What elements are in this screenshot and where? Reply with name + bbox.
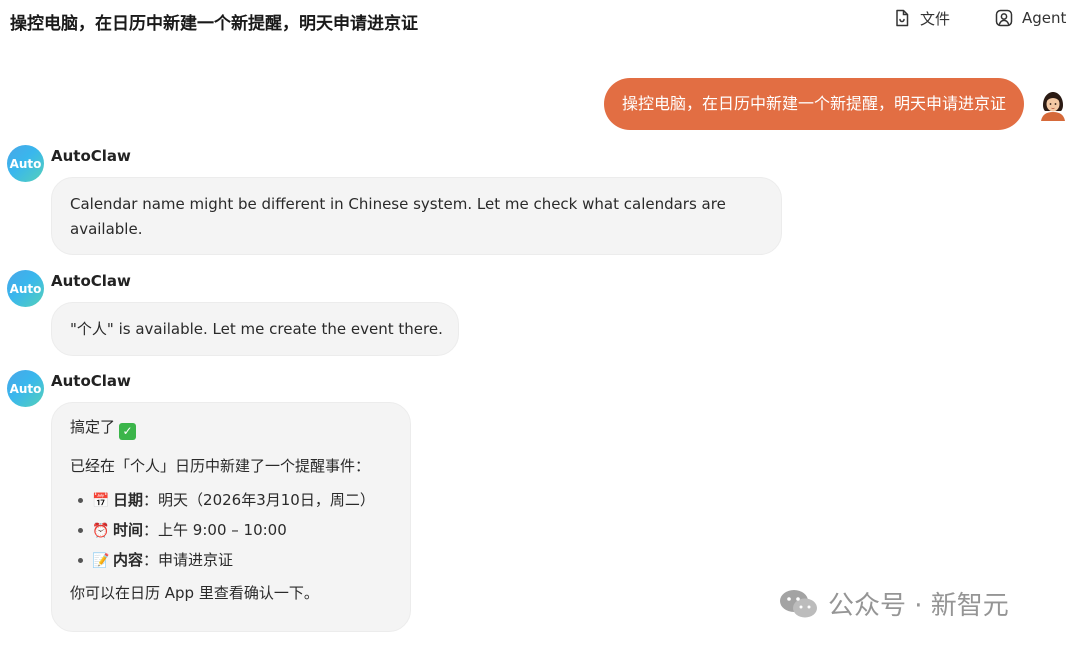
- item-separator: ：: [143, 491, 159, 509]
- assistant-name: AutoClaw: [51, 372, 131, 390]
- list-item: 📝 内容：申请进京证: [70, 545, 392, 575]
- assistant-message-bubble: "个人" is available. Let me create the eve…: [51, 302, 459, 356]
- item-label: 时间: [113, 521, 144, 539]
- event-details-list: 📅 日期：明天（2026年3月10日，周二） ⏰ 时间：上午 9:00 – 10:0…: [70, 485, 392, 575]
- assistant-message-bubble: 搞定了 ✓ 已经在「个人」日历中新建了一个提醒事件： 📅 日期：明天（2026年3月…: [51, 402, 411, 632]
- autoclaw-avatar: Auto: [7, 270, 44, 307]
- check-mark-button-icon: ✓: [119, 423, 137, 440]
- assistant-name: AutoClaw: [51, 272, 131, 290]
- calendar-icon: 📅: [92, 493, 110, 509]
- file-icon: [896, 9, 909, 27]
- agent-icon: [995, 9, 1013, 27]
- intro-text: 已经在「个人」日历中新建了一个提醒事件：: [70, 457, 371, 475]
- file-button-label: 文件: [920, 9, 951, 28]
- watermark-text: 公众号 · 新智元: [828, 591, 1009, 621]
- item-separator: ：: [143, 521, 159, 539]
- done-line: 搞定了 ✓: [70, 415, 392, 440]
- item-value: 上午 9:00 – 10:00: [158, 521, 287, 539]
- assistant-name: AutoClaw: [51, 147, 131, 165]
- agent-button-label: Agent: [1022, 9, 1067, 27]
- item-label: 内容: [113, 551, 144, 569]
- footer-text: 你可以在日历 App 里查看确认一下。: [70, 584, 319, 602]
- item-label: 日期: [113, 491, 144, 509]
- autoclaw-avatar: Auto: [7, 370, 44, 407]
- item-separator: ：: [143, 551, 159, 569]
- watermark: 公众号 · 新智元: [778, 585, 1009, 622]
- wechat-icon: [780, 589, 817, 617]
- file-button[interactable]: 文件: [892, 6, 950, 30]
- done-text: 搞定了: [70, 418, 116, 436]
- agent-button[interactable]: Agent: [994, 6, 1066, 30]
- alarm-clock-icon: ⏰: [92, 523, 110, 539]
- top-bar: 操控电脑，在日历中新建一个新提醒，明天申请进京证 文件 Agent: [0, 0, 1080, 40]
- memo-icon: 📝: [92, 553, 110, 569]
- item-value: 申请进京证: [158, 551, 234, 569]
- conversation-title: 操控电脑，在日历中新建一个新提醒，明天申请进京证: [10, 14, 418, 34]
- assistant-message-bubble: Calendar name might be different in Chin…: [51, 177, 782, 255]
- user-avatar: [1036, 87, 1070, 121]
- list-item: ⏰ 时间：上午 9:00 – 10:00: [70, 515, 392, 545]
- item-value: 明天（2026年3月10日，周二）: [158, 491, 375, 509]
- user-message-row: 操控电脑，在日历中新建一个新提醒，明天申请进京证: [603, 78, 1070, 130]
- autoclaw-avatar: Auto: [7, 145, 44, 182]
- user-message-bubble: 操控电脑，在日历中新建一个新提醒，明天申请进京证: [603, 78, 1024, 130]
- user-avatar-illustration: [1041, 92, 1065, 121]
- list-item: 📅 日期：明天（2026年3月10日，周二）: [70, 485, 392, 515]
